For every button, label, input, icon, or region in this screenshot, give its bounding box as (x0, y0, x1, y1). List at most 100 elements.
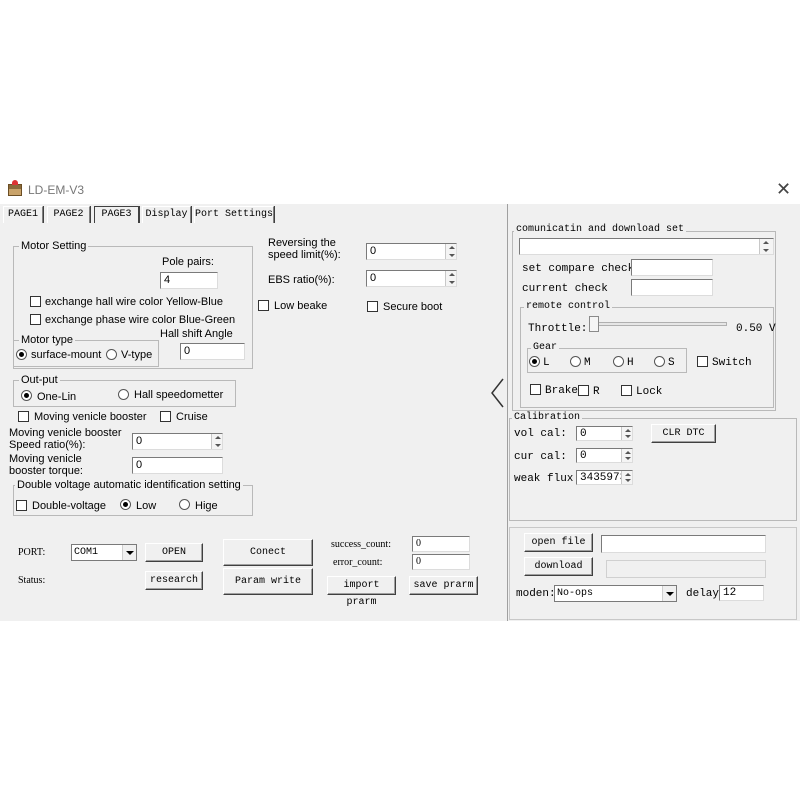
gear-h-radio[interactable] (613, 356, 624, 367)
switch-checkbox[interactable] (697, 356, 708, 367)
cur-cal-input[interactable]: 0 (576, 448, 633, 463)
weak-flux-value: 3435973 (580, 472, 627, 484)
open-port-button[interactable]: OPEN (145, 543, 203, 562)
switch-label: Switch (712, 357, 752, 369)
motor-setting-label: Motor Setting (19, 240, 89, 252)
set-compare-label: set compare check (522, 263, 635, 275)
param-write-button[interactable]: Param write (223, 568, 313, 595)
lock-label: Lock (636, 386, 663, 398)
conect-button[interactable]: Conect (223, 539, 313, 566)
lock-checkbox[interactable] (621, 385, 632, 396)
moving-booster-checkbox[interactable] (18, 411, 29, 422)
spin-icon[interactable] (621, 471, 632, 484)
ebs-ratio-value: 0 (370, 272, 377, 284)
exchange-phase-checkbox[interactable] (30, 314, 41, 325)
booster-torque-label-2: booster torque: (9, 465, 83, 477)
r-label: R (593, 386, 600, 398)
clr-dtc-button[interactable]: CLR DTC (651, 424, 716, 443)
moden-select[interactable]: No-ops (554, 585, 677, 602)
gear-l-label: L (543, 357, 550, 369)
r-checkbox[interactable] (578, 385, 589, 396)
collapse-chevron-icon[interactable] (490, 378, 506, 408)
cruise-label: Cruise (176, 411, 208, 423)
booster-speed-value: 0 (136, 435, 143, 447)
download-button[interactable]: download (524, 557, 593, 576)
window-title: LD-EM-V3 (28, 183, 85, 197)
tab-port-settings[interactable]: Port Settings (194, 206, 274, 223)
double-voltage-label: Double voltage automatic identification … (15, 479, 243, 491)
hige-radio[interactable] (179, 499, 190, 510)
comm-status-field[interactable] (519, 238, 774, 255)
vol-cal-label: vol cal: (514, 428, 567, 440)
gear-label: Gear (531, 342, 560, 354)
throttle-track (589, 322, 727, 326)
booster-speed-label-2: Speed ratio(%): (9, 439, 86, 451)
tab-page1[interactable]: PAGE1 (3, 206, 43, 223)
exchange-phase-label: exchange phase wire color Blue-Green (45, 314, 236, 326)
low-label: Low (136, 500, 157, 512)
double-voltage-checkbox[interactable] (16, 500, 27, 511)
low-beake-label: Low beake (274, 300, 328, 312)
cruise-checkbox[interactable] (160, 411, 171, 422)
spin-icon[interactable] (759, 239, 773, 254)
hall-speedometer-radio[interactable] (118, 389, 129, 400)
port-select-value: COM1 (74, 547, 99, 558)
gear-m-label: M (584, 357, 591, 369)
delay-input[interactable]: 12 (719, 585, 764, 601)
current-check-input[interactable] (631, 279, 713, 296)
hall-shift-label: Hall shift Angle (160, 328, 233, 340)
low-radio[interactable] (120, 499, 131, 510)
motor-type-label: Motor type (19, 334, 75, 346)
spin-icon[interactable] (445, 271, 456, 286)
vol-cal-input[interactable]: 0 (576, 426, 633, 441)
gear-l-radio[interactable] (529, 356, 540, 367)
error-count-field: 0 (412, 554, 470, 570)
download-progress (606, 560, 766, 578)
booster-torque-input[interactable]: 0 (132, 457, 223, 474)
gear-h-label: H (627, 357, 634, 369)
booster-speed-input[interactable]: 0 (132, 433, 223, 450)
moden-select-value: No-ops (557, 588, 594, 599)
weak-flux-label: weak flux: (514, 473, 581, 485)
status-label: Status: (18, 575, 46, 586)
tab-display[interactable]: Display (142, 206, 191, 223)
close-icon[interactable]: ✕ (776, 179, 791, 200)
current-check-label: current check (522, 283, 608, 295)
title-bar: LD-EM-V3 ✕ (0, 177, 800, 204)
booster-torque-label-1: Moving venicle (9, 453, 82, 465)
hige-label: Hige (195, 500, 218, 512)
spin-icon[interactable] (445, 244, 456, 259)
hall-shift-input[interactable]: 0 (180, 343, 245, 360)
port-select[interactable]: COM1 (71, 544, 137, 561)
save-param-button[interactable]: save prarm (409, 576, 478, 595)
import-param-button[interactable]: import prarm (327, 576, 396, 608)
spin-icon[interactable] (211, 434, 222, 449)
tab-page3[interactable]: PAGE3 (94, 206, 139, 223)
file-path-input[interactable] (601, 535, 766, 553)
moving-booster-label: Moving venicle booster (34, 411, 147, 423)
gear-m-radio[interactable] (570, 356, 581, 367)
weak-flux-input[interactable]: 3435973 (576, 470, 633, 485)
pole-pairs-input[interactable]: 4 (160, 272, 218, 289)
ebs-ratio-input[interactable]: 0 (366, 270, 457, 287)
reversing-speed-input[interactable]: 0 (366, 243, 457, 260)
set-compare-input[interactable] (631, 259, 713, 276)
double-voltage-checkbox-label: Double-voltage (32, 500, 106, 512)
brake-checkbox[interactable] (530, 384, 541, 395)
spin-icon[interactable] (621, 449, 632, 462)
v-type-radio[interactable] (106, 349, 117, 360)
calibration-label: Calibration (512, 412, 583, 424)
research-button[interactable]: research (145, 571, 203, 590)
exchange-hall-checkbox[interactable] (30, 296, 41, 307)
low-beake-checkbox[interactable] (258, 300, 269, 311)
one-lin-radio[interactable] (21, 390, 32, 401)
surface-mount-radio[interactable] (16, 349, 27, 360)
open-file-button[interactable]: open file (524, 533, 593, 552)
gear-s-radio[interactable] (654, 356, 665, 367)
tab-page2[interactable]: PAGE2 (47, 206, 90, 223)
brake-label: Brake (545, 385, 579, 397)
gear-s-label: S (668, 357, 675, 369)
secure-boot-checkbox[interactable] (367, 301, 378, 312)
spin-icon[interactable] (621, 427, 632, 440)
throttle-slider[interactable] (589, 316, 599, 332)
